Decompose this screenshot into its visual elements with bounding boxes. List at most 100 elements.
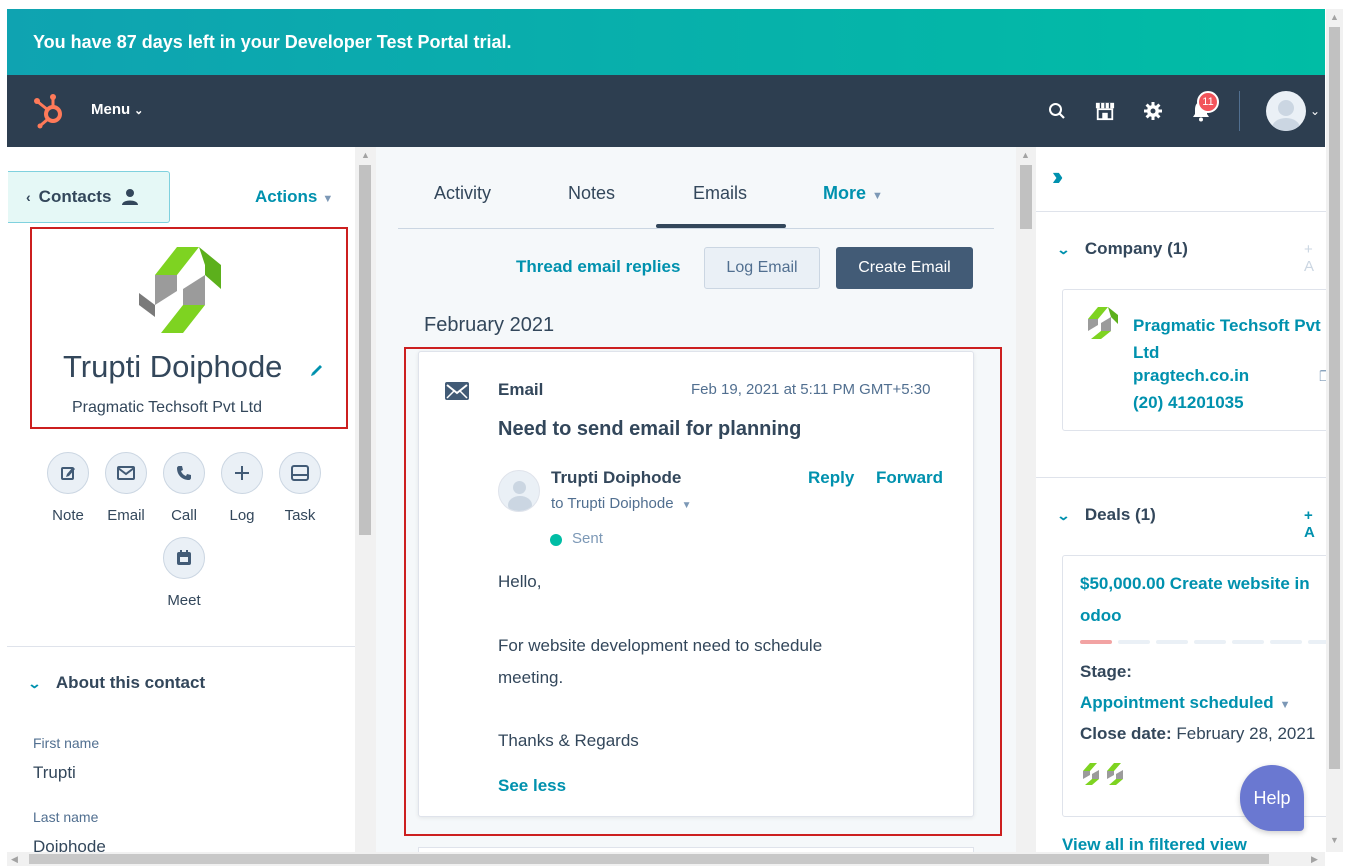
deal-stage-dropdown[interactable]: Appointment scheduled ▼ bbox=[1080, 693, 1291, 713]
deal-name-line: $50,000.00 Create website in bbox=[1080, 574, 1310, 593]
scroll-up-arrow[interactable]: ▲ bbox=[1021, 150, 1030, 160]
notification-count-badge: 11 bbox=[1197, 91, 1219, 113]
email-label: Email bbox=[107, 507, 145, 524]
edit-pencil-icon[interactable] bbox=[309, 362, 325, 378]
tab-notes[interactable]: Notes bbox=[568, 183, 615, 204]
deal-close-value: February 28, 2021 bbox=[1176, 724, 1316, 743]
company-name-link[interactable]: Pragmatic Techsoft Pvt Ltd bbox=[1133, 312, 1326, 366]
center-scrollbar[interactable]: ▲ bbox=[1016, 147, 1036, 852]
note-icon[interactable] bbox=[47, 452, 89, 494]
company-phone-link[interactable]: (20) 41201035 bbox=[1133, 393, 1244, 413]
company-name-line: Ltd bbox=[1133, 343, 1160, 362]
activity-panel-inner: Activity Notes Emails More ▼ Thread email… bbox=[376, 147, 1016, 857]
scrollbar-thumb[interactable] bbox=[359, 165, 371, 535]
highlight-box bbox=[404, 347, 1002, 836]
deal-name-link[interactable]: $50,000.00 Create website in odoo bbox=[1080, 568, 1326, 632]
log-email-button[interactable]: Log Email bbox=[704, 247, 820, 289]
company-section-toggle[interactable]: ⌄ Company (1) bbox=[1056, 239, 1188, 259]
note-label: Note bbox=[52, 507, 84, 524]
scrollbar-thumb[interactable] bbox=[1020, 165, 1032, 229]
scrollbar-thumb[interactable] bbox=[29, 854, 1269, 864]
email-action[interactable]: Email bbox=[97, 452, 155, 524]
call-action[interactable]: Call bbox=[155, 452, 213, 524]
call-icon[interactable] bbox=[163, 452, 205, 494]
back-to-contacts-label: Contacts bbox=[38, 187, 112, 206]
chevron-down-icon[interactable]: ⌄ bbox=[1310, 104, 1320, 118]
deal-stage-progress bbox=[1080, 640, 1326, 644]
progress-segment bbox=[1080, 640, 1112, 644]
activity-panel: Activity Notes Emails More ▼ Thread email… bbox=[376, 147, 1016, 857]
quick-action-row: Note Email Call Log Task bbox=[39, 452, 329, 524]
caret-down-icon: ▼ bbox=[1279, 699, 1291, 711]
contact-sidebar: ‹ Contacts Actions ▼ Trupti Doiphode Prag… bbox=[7, 147, 355, 857]
search-icon[interactable] bbox=[1047, 101, 1067, 121]
help-button[interactable]: Help bbox=[1240, 765, 1304, 831]
trial-banner-text: You have 87 days left in your Developer … bbox=[33, 31, 512, 52]
activity-tabs: Activity Notes Emails More ▼ bbox=[398, 147, 994, 229]
left-scrollbar[interactable]: ▲ bbox=[355, 147, 376, 852]
page-scrollbar[interactable]: ▲ ▼ bbox=[1326, 9, 1343, 852]
user-avatar[interactable] bbox=[1266, 91, 1306, 131]
company-domain-link[interactable]: pragtech.co.in bbox=[1133, 366, 1249, 386]
first-name-value[interactable]: Trupti bbox=[33, 763, 76, 783]
task-icon[interactable] bbox=[279, 452, 321, 494]
actions-label: Actions bbox=[255, 187, 318, 206]
tab-more[interactable]: More ▼ bbox=[823, 183, 883, 204]
company-logo bbox=[1083, 763, 1099, 785]
actions-dropdown[interactable]: Actions ▼ bbox=[255, 187, 333, 207]
contact-name: Trupti Doiphode bbox=[63, 349, 283, 384]
person-icon bbox=[122, 189, 139, 205]
scroll-down-arrow[interactable]: ▼ bbox=[1330, 835, 1339, 845]
call-label: Call bbox=[171, 507, 197, 524]
company-card[interactable]: Pragmatic Techsoft Pvt Ltd pragtech.co.i… bbox=[1062, 289, 1326, 431]
deal-stage-label: Stage: bbox=[1080, 662, 1132, 681]
about-contact-toggle[interactable]: ⌄ About this contact bbox=[27, 673, 205, 693]
back-to-contacts-button[interactable]: ‹ Contacts bbox=[8, 171, 170, 223]
scroll-right-arrow[interactable]: ▶ bbox=[1311, 854, 1318, 865]
deal-close-label: Close date: bbox=[1080, 724, 1172, 743]
company-name-line: Pragmatic Techsoft Pvt bbox=[1133, 316, 1321, 335]
tab-emails[interactable]: Emails bbox=[693, 183, 747, 204]
scroll-up-arrow[interactable]: ▲ bbox=[1330, 12, 1339, 22]
hubspot-sprocket-icon[interactable] bbox=[32, 93, 66, 129]
caret-down-icon: ▼ bbox=[872, 190, 883, 202]
meet-action[interactable]: Meet bbox=[155, 537, 213, 609]
create-email-button[interactable]: Create Email bbox=[836, 247, 973, 289]
chevron-down-icon: ⌄ bbox=[1056, 508, 1071, 523]
copy-icon[interactable]: ❐ bbox=[1319, 368, 1326, 385]
horizontal-scrollbar[interactable]: ◀ ▶ bbox=[7, 852, 1325, 866]
tab-activity[interactable]: Activity bbox=[434, 183, 491, 204]
expand-sidebar-icon[interactable]: ›› bbox=[1052, 161, 1064, 192]
progress-segment bbox=[1118, 640, 1150, 644]
log-action[interactable]: Log bbox=[213, 452, 271, 524]
progress-segment bbox=[1270, 640, 1302, 644]
plus-icon[interactable] bbox=[221, 452, 263, 494]
note-action[interactable]: Note bbox=[39, 452, 97, 524]
email-icon[interactable] bbox=[105, 452, 147, 494]
meet-label: Meet bbox=[167, 592, 201, 609]
contact-company: Pragmatic Techsoft Pvt Ltd bbox=[72, 399, 263, 416]
progress-segment bbox=[1232, 640, 1264, 644]
thread-email-replies-link[interactable]: Thread email replies bbox=[516, 257, 680, 277]
first-name-label: First name bbox=[33, 735, 100, 751]
section-divider bbox=[1036, 477, 1326, 478]
company-logo bbox=[1088, 307, 1118, 339]
section-divider bbox=[7, 646, 355, 647]
gear-icon[interactable] bbox=[1143, 101, 1163, 121]
caret-down-icon: ▼ bbox=[322, 193, 334, 205]
calendar-icon[interactable] bbox=[163, 537, 205, 579]
task-action[interactable]: Task bbox=[271, 452, 329, 524]
deals-section-title: Deals (1) bbox=[1084, 505, 1156, 524]
scroll-left-arrow[interactable]: ◀ bbox=[11, 854, 18, 865]
nav-divider bbox=[1239, 91, 1240, 131]
month-heading: February 2021 bbox=[424, 314, 555, 336]
add-company-button[interactable]: + A bbox=[1304, 241, 1326, 275]
main-menu-button[interactable]: Menu ⌄ bbox=[91, 101, 143, 118]
scroll-up-arrow[interactable]: ▲ bbox=[361, 150, 370, 160]
add-deal-button[interactable]: + A bbox=[1304, 507, 1326, 541]
chevron-down-icon: ⌄ bbox=[27, 676, 42, 691]
scrollbar-thumb[interactable] bbox=[1329, 27, 1340, 769]
deals-section-toggle[interactable]: ⌄ Deals (1) bbox=[1056, 505, 1156, 525]
marketplace-icon[interactable] bbox=[1095, 101, 1115, 121]
log-label: Log bbox=[229, 507, 255, 524]
